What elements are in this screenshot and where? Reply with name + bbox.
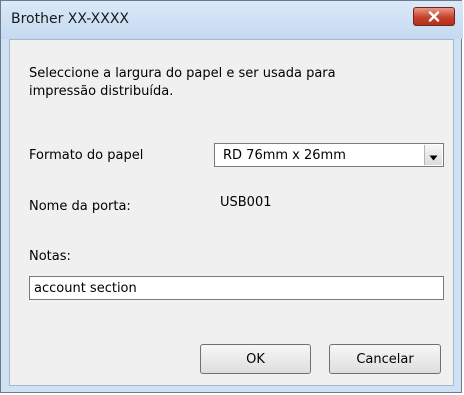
ok-button[interactable]: OK xyxy=(200,344,311,374)
paper-format-value: RD 76mm x 26mm xyxy=(223,148,346,163)
paper-format-select[interactable]: RD 76mm x 26mm xyxy=(214,143,444,167)
instruction-text-line-1: Seleccione a largura do papel e ser usad… xyxy=(29,66,336,81)
notes-input[interactable] xyxy=(29,276,444,300)
cancel-button[interactable]: Cancelar xyxy=(329,344,441,374)
chevron-down-icon xyxy=(429,146,438,165)
close-button[interactable] xyxy=(413,7,455,26)
instruction-text-line-2: impressão distribuída. xyxy=(29,84,174,99)
dropdown-button[interactable] xyxy=(424,145,442,165)
dialog-content: Seleccione a largura do papel e ser usad… xyxy=(9,39,454,386)
dialog-window: Brother XX-XXXX Seleccione a largura do … xyxy=(0,0,463,393)
window-title: Brother XX-XXXX xyxy=(11,11,130,27)
close-icon xyxy=(428,7,440,26)
notes-label: Notas: xyxy=(29,249,71,264)
port-name-value: USB001 xyxy=(220,195,272,210)
paper-format-label: Formato do papel xyxy=(29,148,144,163)
port-name-label: Nome da porta: xyxy=(29,199,131,214)
title-bar[interactable]: Brother XX-XXXX xyxy=(1,1,463,39)
